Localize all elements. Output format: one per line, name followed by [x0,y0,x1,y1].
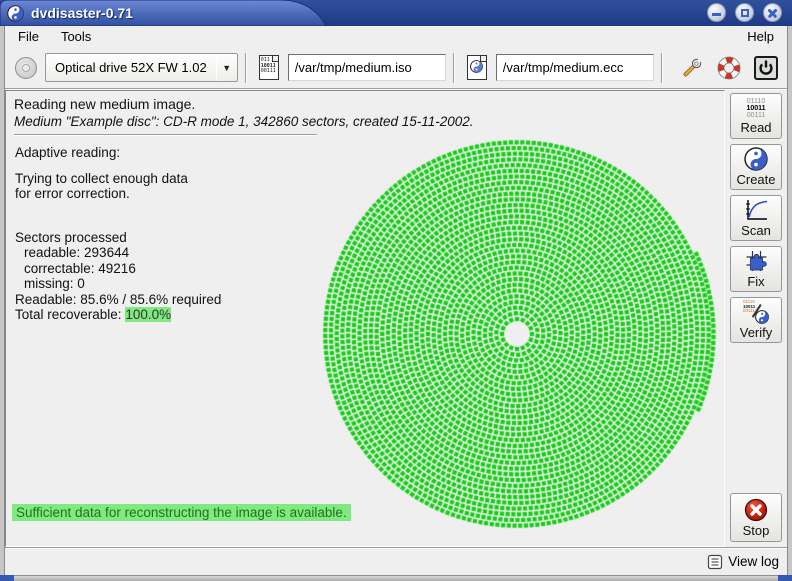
toolbar-separator [245,53,247,83]
close-button[interactable] [763,3,782,22]
drive-selector-value: Optical drive 52X FW 1.02 [46,60,216,75]
panel-title: Adaptive reading: [15,145,221,161]
ecc-file-input[interactable] [496,54,654,81]
scan-chart-icon [743,198,769,222]
sectors-readable: readable: 293644 [15,245,221,261]
ecc-document-icon [467,55,487,80]
fix-button[interactable]: Fix [730,246,782,292]
status-line2: Medium "Example disc": CD-R mode 1, 3428… [14,114,716,129]
statusbar: View log [5,547,787,575]
window-title: dvdisaster-0.71 [31,5,133,21]
sectors-missing: missing: 0 [15,276,221,292]
preferences-button[interactable] [677,53,707,83]
help-button[interactable] [714,53,744,83]
stop-icon [744,498,768,522]
total-recoverable-value: 100.0% [125,307,171,322]
total-recoverable-label: Total recoverable: [15,307,125,322]
disc-sector-map [317,134,717,534]
menubar: File Tools Help [5,26,787,47]
wrench-icon [679,55,705,81]
panel-desc2: for error correction. [15,186,221,202]
log-list-icon [707,554,723,570]
drive-eject-button[interactable] [11,53,41,83]
app-logo-yinyang-icon [7,5,24,22]
titlebar[interactable]: dvdisaster-0.71 [0,0,792,26]
image-file-input[interactable] [288,54,446,81]
maximize-button[interactable] [735,3,754,22]
resize-corner-left[interactable] [0,575,14,581]
menu-file[interactable]: File [15,28,42,45]
panel-desc1: Trying to collect enough data [15,171,221,187]
fix-label: Fix [747,274,764,289]
puzzle-icon [744,249,769,273]
readable-summary: Readable: 85.6% / 85.6% required [15,292,221,308]
toolbar-separator [453,53,455,83]
chevron-down-icon: ▼ [217,63,237,73]
verify-compare-icon: 01110 10011 00111 [743,300,769,324]
iso-document-icon: 011 10011 00111 [259,55,279,80]
sectors-heading: Sectors processed [15,230,221,246]
toolbar: Optical drive 52X FW 1.02 ▼ 011 10011 00… [5,47,787,89]
reconstruction-message: Sufficient data for reconstructing the i… [12,504,351,521]
minimize-button[interactable] [707,3,726,22]
adaptive-reading-panel: Adaptive reading: Trying to collect enou… [15,145,221,323]
action-sidebar: 01110 10011 00111 Read Create [725,89,787,547]
drive-selector[interactable]: Optical drive 52X FW 1.02 ▼ [45,53,238,82]
quit-button[interactable] [751,53,781,83]
status-line1: Reading new medium image. [14,96,716,112]
close-icon [767,7,778,18]
menu-help[interactable]: Help [744,28,777,45]
verify-button[interactable]: 01110 10011 00111 Verify [730,297,782,343]
view-log-button[interactable]: View log [728,554,779,569]
ecc-file-button[interactable] [462,53,492,83]
status-heading: Reading new medium image. Medium "Exampl… [6,91,724,139]
power-icon [753,55,779,81]
lifebuoy-icon [716,55,742,81]
binary-read-icon: 01110 10011 00111 [746,98,765,119]
yinyang-glyph [755,310,769,324]
window-frame-bottom[interactable] [0,575,792,581]
resize-corner-right[interactable] [778,575,792,581]
scan-button[interactable]: Scan [730,195,782,241]
total-recoverable: Total recoverable: 100.0% [15,307,221,323]
yin-yang-icon [744,147,768,171]
main-panel: Reading new medium image. Medium "Exampl… [5,90,725,547]
stop-button[interactable]: Stop [730,493,782,542]
verify-label: Verify [740,325,773,340]
maximize-icon [741,9,749,17]
app-window: dvdisaster-0.71 File Tools Help [0,0,792,581]
read-label: Read [740,120,771,135]
minimize-icon [712,13,721,16]
cd-drive-icon [14,56,38,80]
read-button[interactable]: 01110 10011 00111 Read [730,93,782,139]
sectors-correctable: correctable: 49216 [15,261,221,277]
toolbar-separator [661,53,663,83]
image-file-button[interactable]: 011 10011 00111 [254,53,284,83]
doc-binary-line: 00111 [260,69,278,75]
create-button[interactable]: Create [730,144,782,190]
menu-tools[interactable]: Tools [58,28,94,45]
stop-label: Stop [743,523,770,538]
create-label: Create [736,172,775,187]
yinyang-glyph [470,60,483,73]
scan-label: Scan [741,223,771,238]
